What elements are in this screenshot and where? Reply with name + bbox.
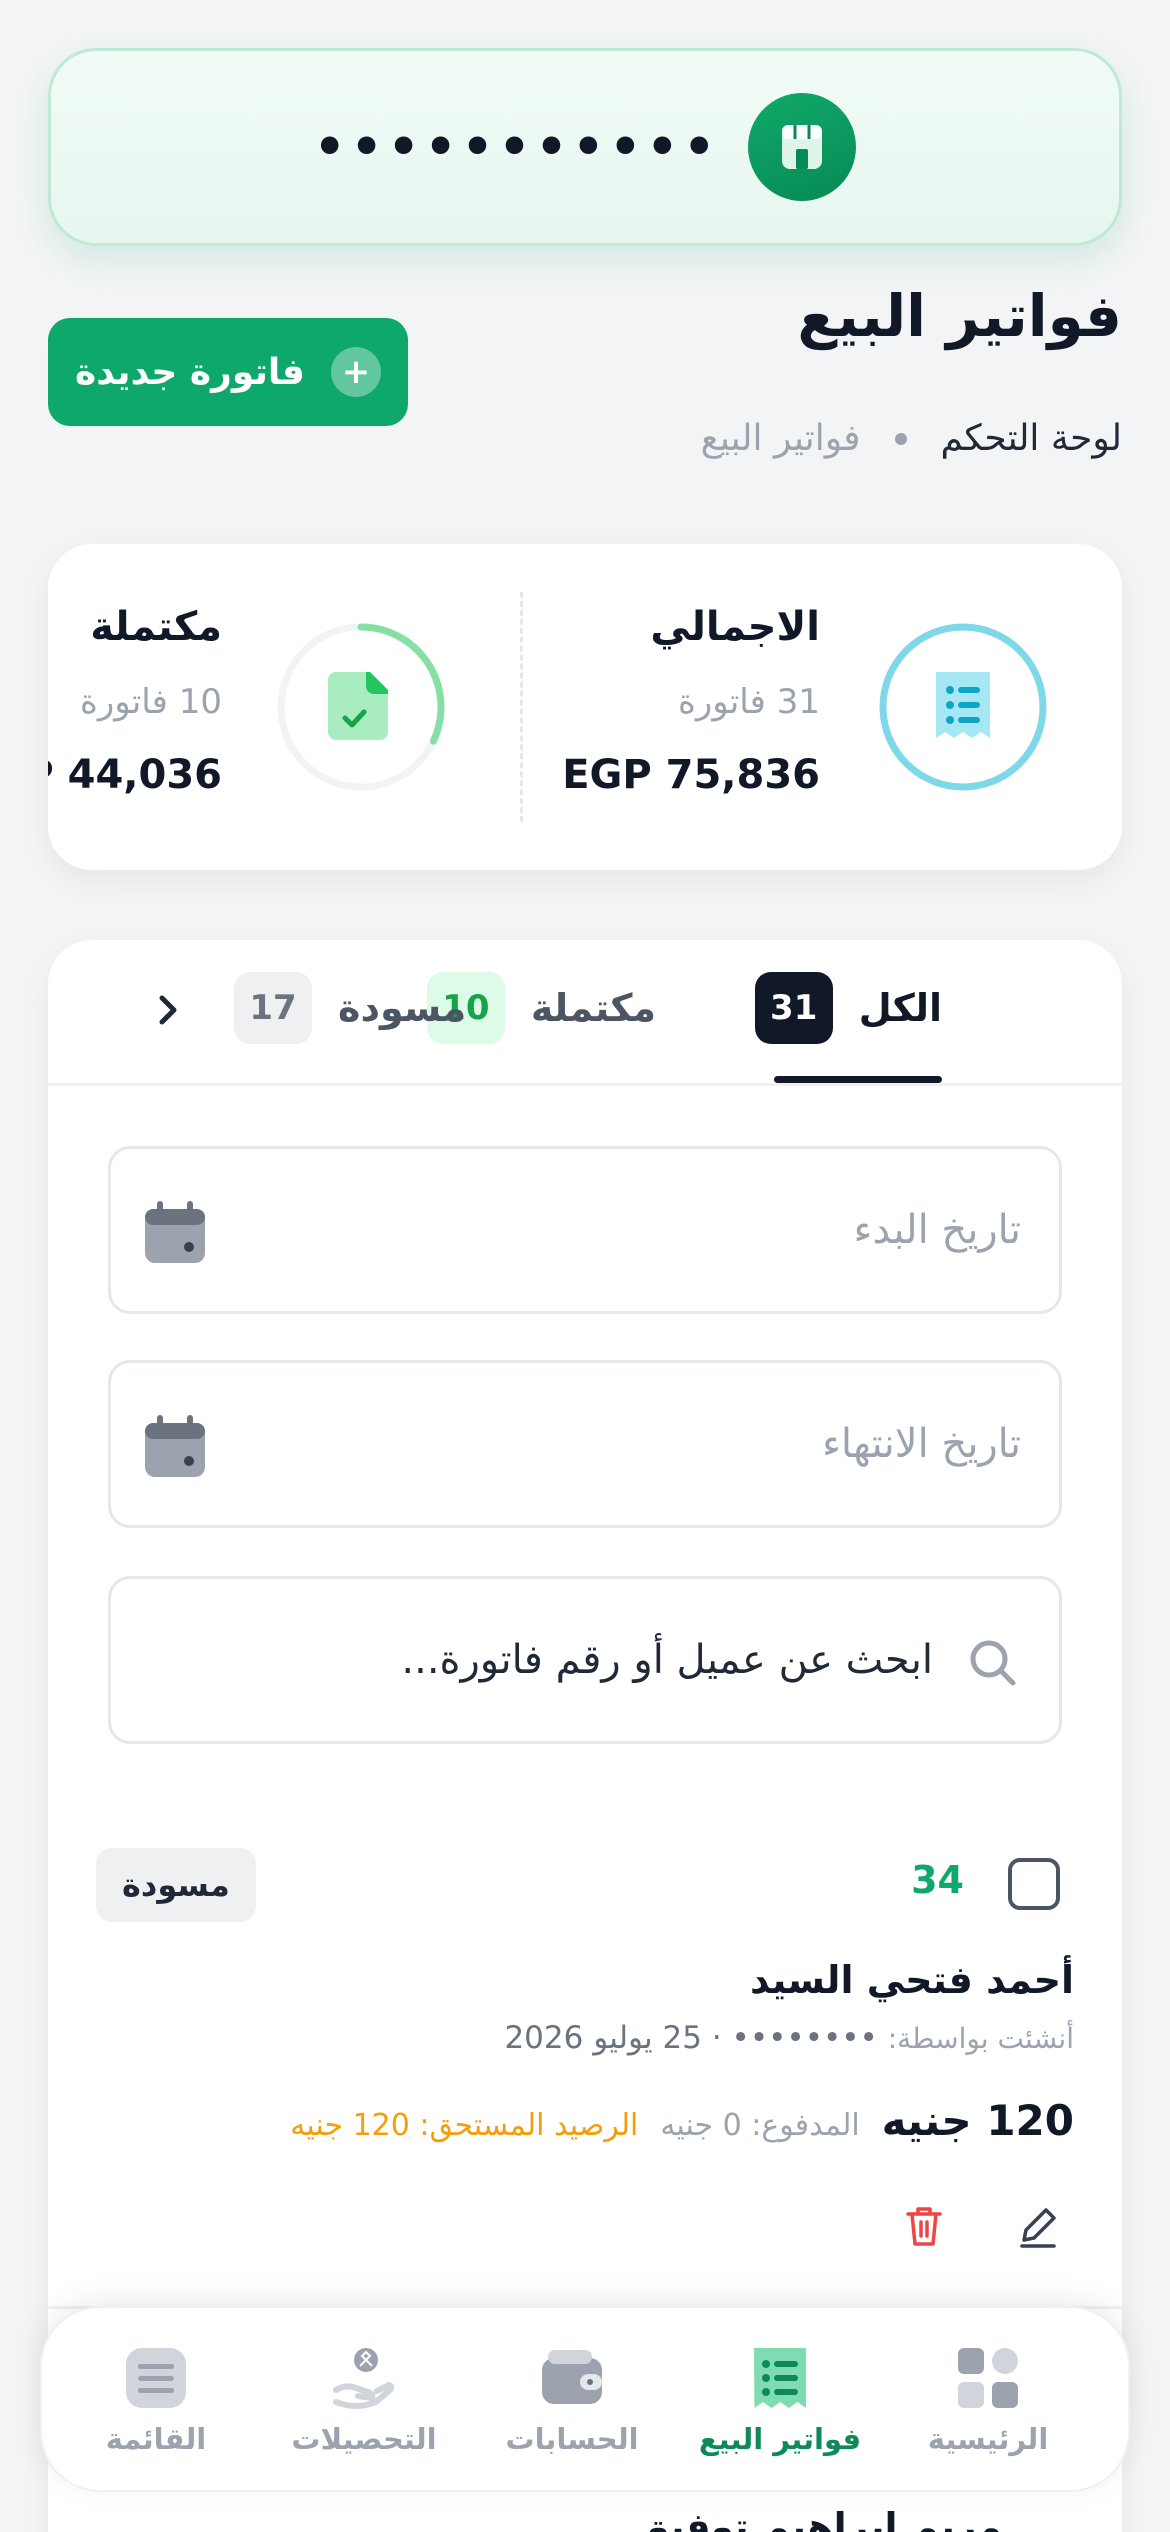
breadcrumb-current: فواتير البيع [700, 418, 861, 459]
receipt-icon [754, 2348, 806, 2408]
search-input[interactable]: ابحث عن عميل أو رقم فاتورة... [108, 1576, 1062, 1744]
tab-draft-count: 17 [234, 972, 313, 1044]
invoice-total: 120 جنيه [881, 2096, 1074, 2145]
tab-all[interactable]: الكل 31 [754, 968, 942, 1048]
breadcrumb-home[interactable]: لوحة التحكم [941, 418, 1122, 459]
edit-icon[interactable] [1014, 2202, 1062, 2254]
invoice-select-checkbox[interactable] [1008, 1858, 1060, 1910]
stat-total-count: 31 فاتورة [678, 682, 820, 722]
nav-accounts-label: الحسابات [505, 2422, 639, 2456]
new-invoice-label: فاتورة جديدة [75, 351, 305, 393]
nav-collections[interactable]: التحصيلات [264, 2308, 464, 2494]
breadcrumb-separator [894, 432, 907, 445]
breadcrumb: لوحة التحكم فواتير البيع [701, 418, 1122, 459]
plus-icon: + [331, 347, 381, 397]
invoice-date: 25 يوليو 2026 [504, 2020, 702, 2056]
end-date-field[interactable]: تاريخ الانتهاء [108, 1360, 1062, 1528]
store-icon [748, 93, 857, 201]
trash-icon[interactable] [900, 2202, 948, 2254]
end-date-placeholder: تاريخ الانتهاء [822, 1421, 1021, 1467]
active-tab-indicator [774, 1076, 942, 1083]
document-check-icon [328, 672, 388, 740]
search-placeholder: ابحث عن عميل أو رقم فاتورة... [401, 1637, 933, 1683]
tab-draft-label: مسودة [338, 986, 466, 1030]
stat-completed-label: مكتملة [90, 604, 222, 650]
stat-completed-amount: EGP 44,036 [48, 752, 222, 798]
store-name: ••••••••••• [313, 118, 721, 176]
nav-accounts[interactable]: الحسابات [472, 2308, 672, 2494]
wallet-icon [542, 2350, 602, 2404]
meta-separator: · [711, 2020, 722, 2056]
completed-progress-ring [276, 622, 446, 796]
nav-home[interactable]: الرئيسية [888, 2308, 1088, 2494]
next-invoice-customer: مريم إبراهيم توفيق [635, 2505, 1002, 2532]
receipt-icon [878, 622, 1048, 796]
start-date-field[interactable]: تاريخ البدء [108, 1146, 1062, 1314]
search-icon [967, 1637, 1019, 1693]
start-date-placeholder: تاريخ البدء [853, 1207, 1021, 1253]
created-by: •••••••• [731, 2020, 878, 2056]
stat-total-label: الاجمالي [650, 604, 820, 650]
stat-total-amount: EGP 75,836 [562, 752, 820, 798]
invoice-due: الرصيد المستحق: 120 جنيه [290, 2108, 639, 2143]
hand-coin-icon [333, 2348, 395, 2409]
invoice-paid: المدفوع: 0 جنيه [660, 2108, 860, 2143]
tab-all-count: 31 [754, 972, 833, 1044]
tab-draft[interactable]: مسودة 17 [234, 968, 466, 1048]
invoice-status-badge: مسودة [96, 1848, 256, 1922]
bottom-navigation: الرئيسية فواتير البيع الحسابات التحصيلات [40, 2306, 1130, 2492]
chevron-right-icon[interactable] [148, 988, 188, 1032]
stat-divider [520, 592, 523, 822]
stat-completed-count: 10 فاتورة [80, 682, 222, 722]
calendar-icon[interactable] [143, 1201, 207, 1269]
status-tabs: الكل 31 مكتملة 10 مسودة 17 [48, 940, 1122, 1086]
page-title: فواتير البيع [797, 282, 1122, 350]
new-invoice-button[interactable]: + فاتورة جديدة [48, 318, 408, 426]
nav-sales-invoices-label: فواتير البيع [698, 2422, 862, 2456]
created-by-label: أنشئت بواسطة: [887, 2022, 1074, 2055]
invoice-meta: أنشئت بواسطة: •••••••• · 25 يوليو 2026 [504, 2020, 1074, 2056]
nav-collections-label: التحصيلات [291, 2422, 437, 2456]
tab-all-label: الكل [858, 986, 942, 1030]
invoice-number: 34 [911, 1858, 964, 1902]
invoice-customer: أحمد فتحي السيد [750, 1958, 1074, 2002]
calendar-icon[interactable] [143, 1415, 207, 1483]
store-selector[interactable]: ••••••••••• [48, 48, 1122, 246]
invoice-stats-card: الاجمالي 31 فاتورة EGP 75,836 مكتملة 10 … [48, 544, 1122, 870]
tab-draft-clip: مسودة 17 [226, 968, 466, 1048]
invoices-panel: الكل 31 مكتملة 10 مسودة 17 تاريخ البدء ت… [48, 940, 1122, 2532]
nav-home-label: الرئيسية [927, 2422, 1049, 2456]
dashboard-icon [958, 2348, 1018, 2408]
invoice-amounts: 120 جنيه المدفوع: 0 جنيه الرصيد المستحق:… [290, 2096, 1074, 2145]
nav-menu-label: القائمة [105, 2422, 207, 2456]
tab-completed-label: مكتملة [530, 986, 656, 1030]
menu-icon [126, 2348, 186, 2408]
nav-sales-invoices[interactable]: فواتير البيع [680, 2308, 880, 2494]
nav-menu[interactable]: القائمة [56, 2308, 256, 2494]
